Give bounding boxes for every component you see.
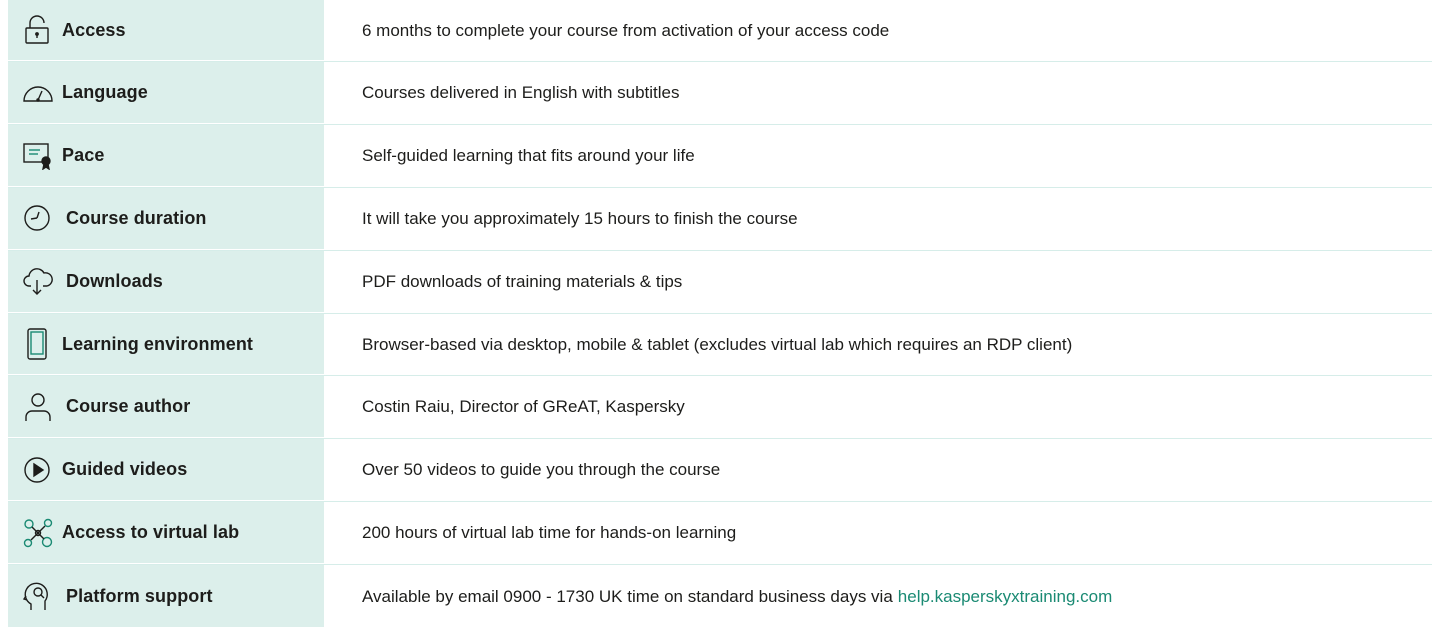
head-search-icon	[22, 579, 62, 613]
row-value: PDF downloads of training materials & ti…	[362, 271, 683, 291]
table-row-language: Language Courses delivered in English wi…	[8, 62, 1432, 125]
row-label: Language	[62, 81, 148, 102]
label-cell: Access	[8, 0, 324, 61]
clock-icon	[22, 201, 62, 235]
table-row-course-author: Course author Costin Raiu, Director of G…	[8, 376, 1432, 440]
row-value: Self-guided learning that fits around yo…	[362, 145, 695, 165]
cloud-download-icon	[22, 264, 62, 298]
help-site-link[interactable]: help.kasperskyxtraining.com	[898, 587, 1112, 607]
table-row-downloads: Downloads PDF downloads of training mate…	[8, 250, 1432, 314]
gauge-icon	[22, 75, 62, 109]
row-value: 6 months to complete your course from ac…	[362, 20, 890, 40]
row-value: Courses delivered in English with subtit…	[362, 82, 680, 102]
label-cell: Learning environment	[8, 313, 324, 376]
label-cell: Language	[8, 62, 324, 124]
row-label: Downloads	[66, 270, 163, 291]
label-cell: Platform support	[8, 565, 324, 629]
padlock-icon	[22, 13, 62, 47]
row-label: Learning environment	[62, 333, 254, 354]
row-value: Costin Raiu, Director of GReAT, Kaspersk…	[362, 397, 685, 417]
row-value: 200 hours of virtual lab time for hands-…	[362, 523, 737, 543]
table-row-virtual-lab: Access to virtual lab 200 hours of virtu…	[8, 502, 1432, 566]
table-row-learning-environment: Learning environment Browser-based via d…	[8, 313, 1432, 377]
row-label: Course author	[66, 396, 191, 417]
play-icon	[22, 453, 62, 487]
row-label: Guided videos	[62, 459, 188, 480]
table-row-course-duration: Course duration It will take you approxi…	[8, 187, 1432, 251]
row-value: Over 50 videos to guide you through the …	[362, 460, 721, 480]
network-nodes-icon	[22, 516, 62, 550]
label-cell: Access to virtual lab	[8, 502, 324, 565]
row-value: Browser-based via desktop, mobile & tabl…	[362, 334, 1073, 354]
label-cell: Course duration	[8, 187, 324, 250]
row-label: Access to virtual lab	[62, 522, 240, 543]
mobile-device-icon	[22, 327, 62, 361]
certificate-icon	[22, 138, 62, 172]
label-cell: Guided videos	[8, 439, 324, 502]
table-row-guided-videos: Guided videos Over 50 videos to guide yo…	[8, 439, 1432, 503]
course-details-table: Access 6 months to complete your course …	[8, 0, 1432, 629]
table-row-platform-support: Platform support Available by email 0900…	[8, 565, 1432, 629]
table-row-access: Access 6 months to complete your course …	[8, 0, 1432, 62]
label-cell: Downloads	[8, 250, 324, 313]
row-label: Access	[62, 19, 126, 40]
row-value: Available by email 0900 - 1730 UK time o…	[324, 565, 1432, 628]
user-icon	[22, 390, 62, 424]
row-label: Pace	[62, 144, 105, 165]
table-row-pace: Pace Self-guided learning that fits arou…	[8, 124, 1432, 188]
support-text: Available by email 0900 - 1730 UK time o…	[362, 586, 893, 606]
row-label: Course duration	[66, 207, 207, 228]
row-value: It will take you approximately 15 hours …	[362, 208, 798, 228]
label-cell: Course author	[8, 376, 324, 439]
label-cell: Pace	[8, 124, 324, 187]
row-label: Platform support	[66, 585, 213, 606]
